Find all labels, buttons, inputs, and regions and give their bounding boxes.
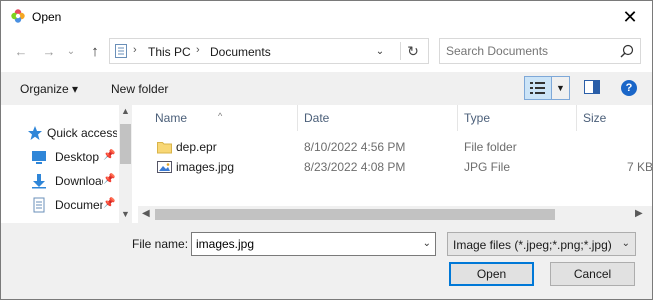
search-input[interactable] xyxy=(446,43,616,59)
file-date: 8/23/2022 4:08 PM xyxy=(304,160,406,174)
column-label: Name xyxy=(155,111,188,125)
preview-pane-icon[interactable] xyxy=(584,80,600,94)
help-icon: ? xyxy=(625,82,633,94)
address-dropdown-button[interactable]: ⌄ xyxy=(372,43,388,59)
document-icon xyxy=(33,197,45,213)
folder-icon xyxy=(157,142,172,154)
pin-icon: 📌 xyxy=(103,150,116,161)
command-toolbar: Organize ▾ New folder ▼ ? xyxy=(1,72,652,105)
refresh-button[interactable]: ↻ xyxy=(400,42,425,60)
file-type: JPG File xyxy=(464,160,511,174)
sidebar-item-documents[interactable]: Documents 📌 xyxy=(1,194,119,216)
view-options-dropdown[interactable]: ▼ xyxy=(552,76,570,100)
sidebar-item-label: Documents xyxy=(55,198,103,212)
search-box[interactable] xyxy=(439,38,641,64)
chevron-down-icon: ⌄ xyxy=(375,45,385,57)
file-row[interactable]: images.jpg 8/23/2022 4:08 PM JPG File 7 … xyxy=(138,157,652,177)
cancel-button[interactable]: Cancel xyxy=(550,262,635,286)
forward-arrow-icon: → xyxy=(42,43,56,59)
scroll-down-icon[interactable]: ▼ xyxy=(121,209,130,219)
star-icon xyxy=(28,126,42,140)
close-button[interactable]: ✕ xyxy=(608,1,652,33)
change-view-button[interactable] xyxy=(524,76,552,100)
chevron-down-icon: ⌄ xyxy=(621,238,630,249)
file-name-combobox[interactable]: ⌄ xyxy=(191,232,436,256)
chevron-down-icon[interactable]: ⌄ xyxy=(423,238,431,249)
title-bar: Open ✕ xyxy=(1,1,652,33)
sidebar-item-quick-access[interactable]: Quick access xyxy=(1,122,119,144)
breadcrumb-chevron-icon: › xyxy=(133,44,137,56)
sidebar-item-desktop[interactable]: Desktop 📌 xyxy=(1,146,119,168)
file-list-horizontal-scrollbar[interactable]: ◀ ▶ xyxy=(138,206,652,223)
address-bar[interactable]: › This PC › Documents ⌄ ↻ xyxy=(109,38,429,64)
open-dialog: Open ✕ ← → ⌄ ↑ › This PC › Documents ⌄ ↻… xyxy=(0,0,653,300)
file-name-label: File name: xyxy=(132,237,189,251)
up-arrow-icon: ↑ xyxy=(91,42,99,60)
search-icon[interactable] xyxy=(620,44,634,58)
file-type: File folder xyxy=(464,140,517,154)
desktop-icon xyxy=(32,151,46,164)
sort-ascending-icon: ^ xyxy=(218,111,223,121)
sidebar-item-label: Desktop xyxy=(55,150,100,164)
column-header-name[interactable]: Name ^ xyxy=(138,105,298,131)
file-size: 7 KB xyxy=(627,160,652,174)
scroll-up-icon[interactable]: ▲ xyxy=(121,106,130,116)
up-button[interactable]: ↑ xyxy=(85,41,105,61)
dialog-footer: File name: ⌄ Image files (*.jpeg;*.png;*… xyxy=(1,223,652,299)
back-arrow-icon: ← xyxy=(14,43,28,59)
breadcrumb-this-pc[interactable]: This PC xyxy=(148,45,191,59)
back-button[interactable]: ← xyxy=(11,41,31,61)
file-name: dep.epr xyxy=(176,140,217,154)
file-row[interactable]: dep.epr 8/10/2022 4:56 PM File folder xyxy=(138,137,652,157)
scrollbar-thumb[interactable] xyxy=(120,124,131,164)
breadcrumb-documents[interactable]: Documents xyxy=(210,45,271,59)
documents-location-icon xyxy=(115,44,127,58)
column-header-type[interactable]: Type xyxy=(458,105,576,131)
chevron-down-icon: ▼ xyxy=(556,83,565,93)
recent-locations-button[interactable]: ⌄ xyxy=(61,41,81,61)
pin-icon: 📌 xyxy=(103,174,116,185)
new-folder-button[interactable]: New folder xyxy=(111,82,168,96)
chevron-down-icon: ⌄ xyxy=(66,45,76,57)
sidebar-item-downloads[interactable]: Downloads 📌 xyxy=(1,170,119,192)
column-label: Size xyxy=(583,111,607,125)
scroll-left-icon[interactable]: ◀ xyxy=(142,208,150,219)
file-type-select[interactable]: Image files (*.jpeg;*.png;*.jpg) ⌄ xyxy=(447,232,636,256)
app-icon xyxy=(11,9,25,23)
organize-button[interactable]: Organize ▾ xyxy=(20,82,78,96)
column-label: Date xyxy=(304,111,330,125)
open-button[interactable]: Open xyxy=(449,262,534,286)
column-label: Type xyxy=(464,111,491,125)
window-title: Open xyxy=(32,10,62,24)
forward-button[interactable]: → xyxy=(39,41,59,61)
details-view-icon xyxy=(530,82,545,94)
help-button[interactable]: ? xyxy=(621,80,637,96)
image-file-icon xyxy=(157,161,172,173)
sidebar-item-label: Quick access xyxy=(47,126,117,140)
breadcrumb-chevron-icon: › xyxy=(196,44,200,56)
download-icon xyxy=(32,174,46,189)
file-date: 8/10/2022 4:56 PM xyxy=(304,140,406,154)
pin-icon: 📌 xyxy=(103,198,116,209)
column-header-date[interactable]: Date xyxy=(298,105,458,131)
navigation-pane: Quick access Desktop 📌 Downloads 📌 xyxy=(1,105,132,223)
file-name-input[interactable] xyxy=(196,237,406,251)
scroll-right-icon[interactable]: ▶ xyxy=(635,208,643,219)
file-type-value: Image files (*.jpeg;*.png;*.jpg) xyxy=(453,238,612,252)
close-icon: ✕ xyxy=(622,6,638,27)
navigation-pane-scrollbar[interactable]: ▲ ▼ xyxy=(119,105,132,223)
refresh-icon: ↻ xyxy=(407,42,419,59)
sidebar-item-label: Downloads xyxy=(55,174,103,188)
column-header-size[interactable]: Size xyxy=(577,105,652,131)
scrollbar-thumb[interactable] xyxy=(155,209,555,220)
file-name: images.jpg xyxy=(176,160,235,174)
